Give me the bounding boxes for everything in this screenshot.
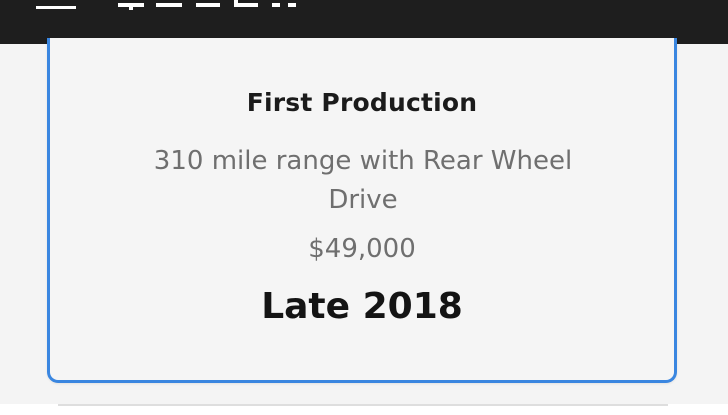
option-title: First Production <box>246 88 478 117</box>
divider <box>58 404 668 406</box>
tesla-wordmark-logo[interactable] <box>118 0 318 10</box>
model-option-card[interactable]: First Production 310 mile range with Rea… <box>47 38 677 383</box>
delivery-estimate: Late 2018 <box>261 286 463 327</box>
option-price: $49,000 <box>308 234 416 264</box>
hamburger-menu-icon[interactable] <box>36 0 76 10</box>
next-card-edge <box>0 404 728 415</box>
option-description: 310 mile range with Rear Wheel Drive <box>153 146 573 215</box>
